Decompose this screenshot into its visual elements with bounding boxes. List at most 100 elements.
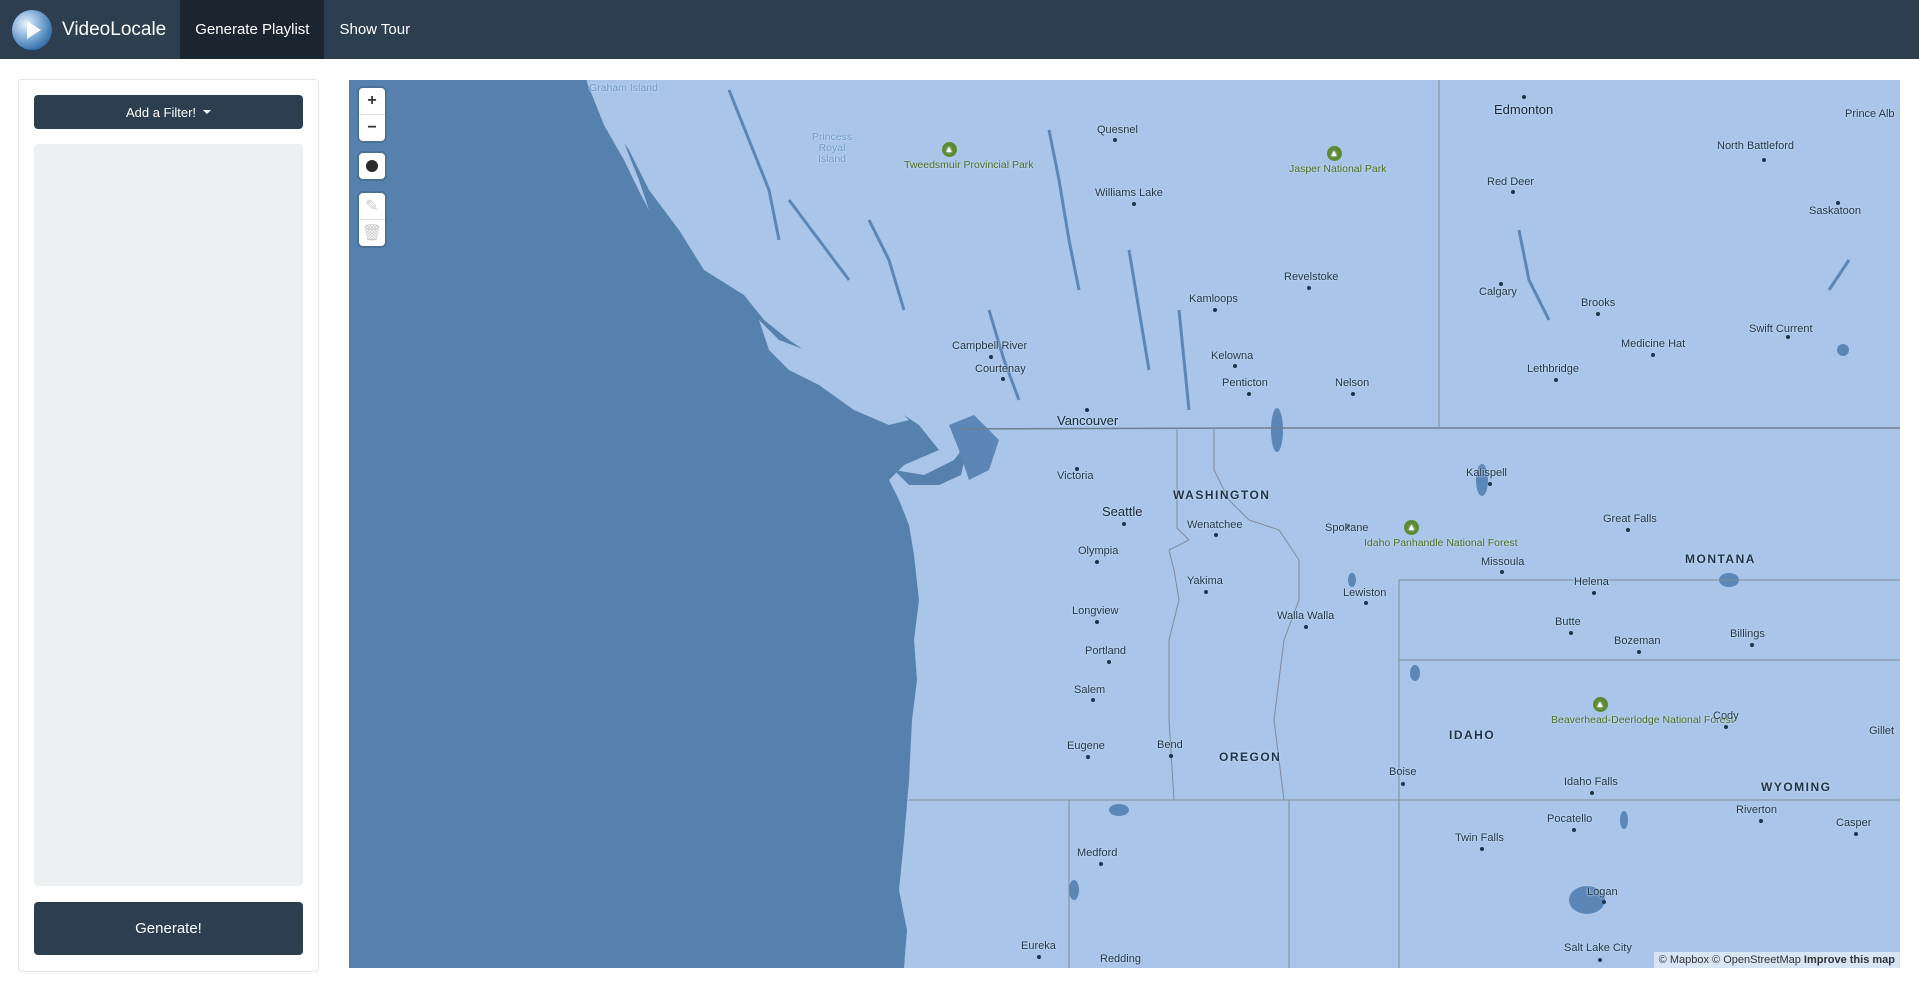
city-dot <box>1304 625 1308 629</box>
state-label: IDAHO <box>1449 728 1496 742</box>
map-label: Swift Current <box>1749 323 1813 335</box>
edit-icon: ✎ <box>365 198 379 215</box>
nav-generate-playlist[interactable]: Generate Playlist <box>180 0 325 59</box>
map-label: Eugene <box>1067 740 1105 752</box>
add-filter-label: Add a Filter! <box>125 104 197 120</box>
add-filter-button[interactable]: Add a Filter! <box>34 95 303 129</box>
map-label: Billings <box>1730 628 1765 640</box>
map-label: Kalispell <box>1466 467 1507 479</box>
map-label: Wenatchee <box>1187 519 1243 531</box>
map-label: Logan <box>1587 886 1618 898</box>
map-label: Kelowna <box>1211 350 1254 362</box>
map-label: Prince Alb <box>1845 108 1895 120</box>
map-label: Longview <box>1072 605 1119 617</box>
state-label: WASHINGTON <box>1173 488 1271 502</box>
top-navbar: VideoLocale Generate Playlist Show Tour <box>0 0 1919 59</box>
map-label: Casper <box>1836 817 1872 829</box>
city-dot <box>1095 560 1099 564</box>
map-label: Revelstoke <box>1284 271 1339 283</box>
map-label: Campbell River <box>952 340 1028 352</box>
city-dot <box>1122 522 1126 526</box>
map-label: Great Falls <box>1603 513 1657 525</box>
city-dot <box>1554 378 1558 382</box>
city-dot <box>1786 335 1790 339</box>
map-label: Williams Lake <box>1095 187 1163 199</box>
city-dot <box>1307 286 1311 290</box>
map-label: Edmonton <box>1494 102 1554 117</box>
state-label: WYOMING <box>1761 780 1832 794</box>
map-label: Olympia <box>1078 545 1119 557</box>
nav-show-tour[interactable]: Show Tour <box>324 0 425 59</box>
map-label: Lethbridge <box>1527 363 1579 375</box>
city-dot <box>1854 832 1858 836</box>
map-label: Butte <box>1555 616 1581 628</box>
city-dot <box>1590 791 1594 795</box>
city-dot <box>1214 533 1218 537</box>
city-dot <box>1500 570 1504 574</box>
city-dot <box>1596 312 1600 316</box>
map-label: Lewiston <box>1343 587 1387 599</box>
city-dot <box>1762 158 1766 162</box>
tree-icon: ▲ <box>941 142 957 157</box>
map-label: Quesnel <box>1097 124 1138 136</box>
city-dot <box>1637 650 1641 654</box>
map-label: Medford <box>1077 847 1118 859</box>
map-label: Saskatoon <box>1809 205 1861 217</box>
map-label: North Battleford <box>1717 140 1795 152</box>
map-label: Graham Island <box>589 82 658 94</box>
map-view[interactable]: + − ✎ 🗑 Graham Island Princess Royal Isl… <box>349 80 1900 968</box>
map-label: Kamloops <box>1189 293 1238 305</box>
city-dot <box>1569 631 1573 635</box>
map-label: Medicine Hat <box>1621 338 1686 350</box>
map-label: Pocatello <box>1547 813 1593 825</box>
city-dot <box>1592 591 1596 595</box>
map-label: Riverton <box>1736 804 1777 816</box>
map-label: Spokane <box>1325 522 1369 534</box>
city-dot <box>1480 847 1484 851</box>
generate-button[interactable]: Generate! <box>34 902 303 955</box>
city-dot <box>1132 202 1136 206</box>
trash-button[interactable]: 🗑 <box>359 219 385 246</box>
edit-button[interactable]: ✎ <box>359 193 385 219</box>
city-dot <box>1626 528 1630 532</box>
map-label: Red Deer <box>1487 176 1535 188</box>
city-dot <box>1095 620 1099 624</box>
city-dot <box>1169 754 1173 758</box>
draw-point-button[interactable] <box>359 153 385 179</box>
state-label: MONTANA <box>1685 552 1756 566</box>
city-dot <box>1651 353 1655 357</box>
map-label: Courtenay <box>975 363 1026 375</box>
map-label: Idaho Falls <box>1564 776 1618 788</box>
city-dot <box>1488 482 1492 486</box>
map-label: Yakima <box>1187 575 1223 587</box>
tree-icon: ▲ <box>1326 146 1342 161</box>
map-label: Brooks <box>1581 297 1616 309</box>
city-dot <box>1364 601 1368 605</box>
map-label: Twin Falls <box>1455 832 1504 844</box>
zoom-in-button[interactable]: + <box>359 88 385 114</box>
mapbox-credit-link[interactable]: © Mapbox <box>1659 954 1709 966</box>
city-dot <box>1204 590 1208 594</box>
city-dot <box>1213 308 1217 312</box>
map-label: Vancouver <box>1057 413 1119 428</box>
brand-name: VideoLocale <box>62 18 167 40</box>
map-attribution: © Mapbox © OpenStreetMap Improve this ma… <box>1653 952 1900 968</box>
osm-credit-link[interactable]: © OpenStreetMap <box>1712 954 1801 966</box>
map-label: Nelson <box>1335 377 1370 389</box>
park-label: ▲ Jasper National Park <box>1289 146 1387 175</box>
city-dot <box>1086 755 1090 759</box>
map-label: Victoria <box>1057 470 1094 482</box>
zoom-out-button[interactable]: − <box>359 114 385 141</box>
map-label: Helena <box>1574 576 1609 588</box>
city-dot <box>1001 377 1005 381</box>
map-label: Calgary <box>1479 286 1517 298</box>
map-label: Bozeman <box>1614 635 1661 647</box>
map-label: Boise <box>1389 766 1417 778</box>
map-label: Eureka <box>1021 940 1056 952</box>
city-dot <box>1598 958 1602 962</box>
map-label: Gillet <box>1869 725 1895 737</box>
city-dot <box>1401 782 1405 786</box>
improve-map-link[interactable]: Improve this map <box>1804 954 1895 966</box>
city-dot <box>1091 698 1095 702</box>
brand[interactable]: VideoLocale <box>0 0 180 59</box>
